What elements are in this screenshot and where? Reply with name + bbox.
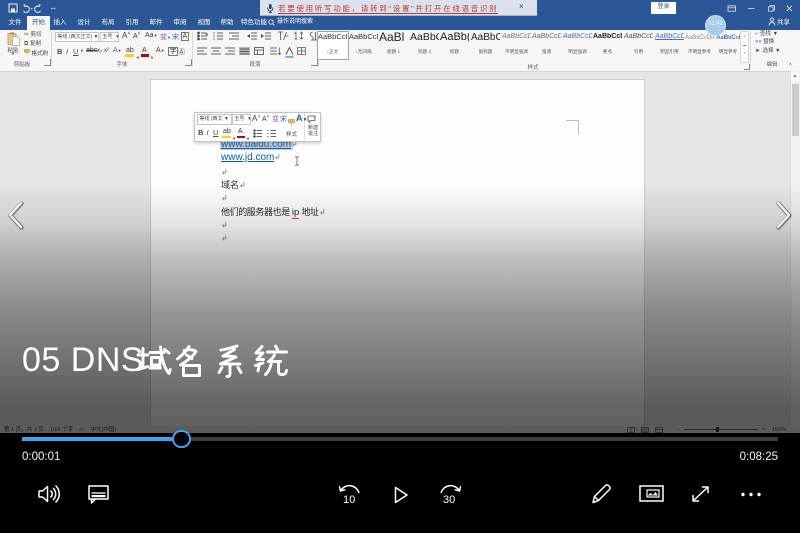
svg-text:30: 30 (443, 494, 455, 504)
svg-text:10: 10 (343, 494, 355, 504)
